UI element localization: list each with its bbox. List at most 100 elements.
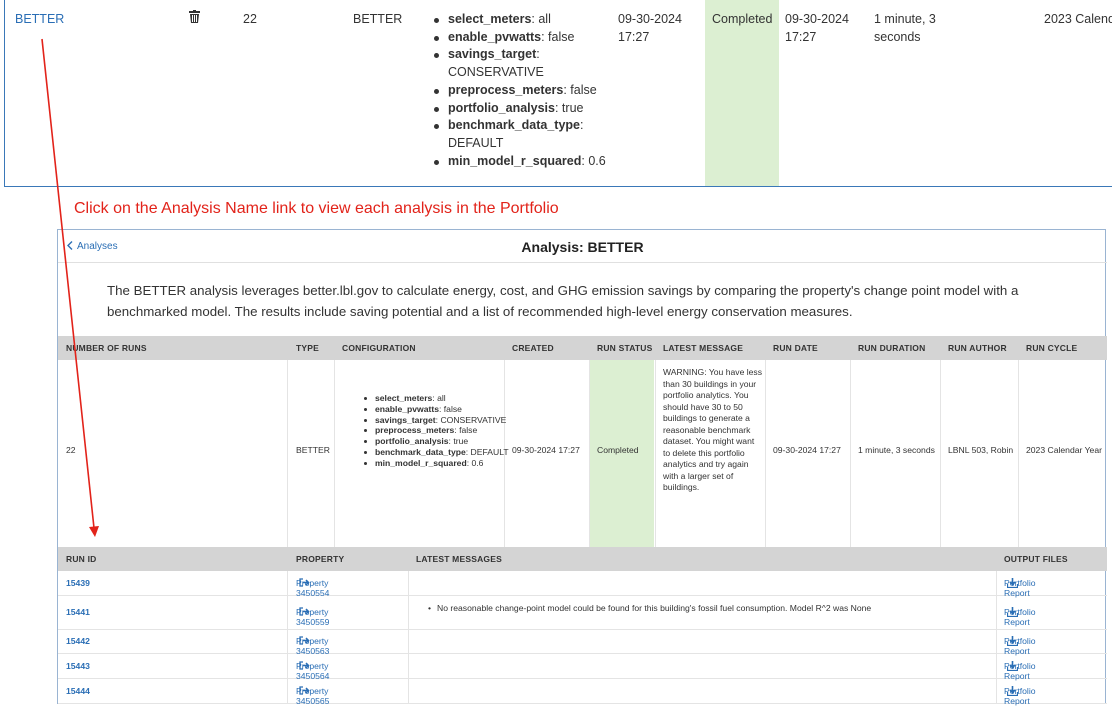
- config-value: : CONSERVATIVE: [435, 414, 507, 425]
- download-icon: [1006, 578, 1019, 590]
- config-key: benchmark_data_type: [375, 446, 466, 457]
- col-created[interactable]: CREATED: [512, 343, 554, 353]
- col-configuration[interactable]: CONFIGURATION: [342, 343, 416, 353]
- run-status: Completed: [712, 12, 773, 26]
- config-key: select_meters: [375, 393, 433, 403]
- column-divider: [765, 360, 766, 547]
- external-link-icon: [299, 607, 310, 618]
- col-property[interactable]: PROPERTY: [296, 554, 344, 564]
- number-of-runs: 22: [66, 445, 76, 455]
- config-item: min_model_r_squared: 0.6: [358, 458, 538, 469]
- col-type[interactable]: TYPE: [296, 343, 319, 353]
- config-value: : false: [454, 425, 478, 436]
- config-value: : true: [554, 100, 584, 115]
- run-row: 15441Property 3450559No reasonable chang…: [58, 596, 1107, 630]
- run-cycle: 2023 Calendar Year: [1044, 12, 1112, 26]
- run-row: 15443 Property 3450564 Portfolio Report: [58, 654, 1107, 681]
- column-divider: [996, 630, 997, 654]
- config-item: portfolio_analysis: true: [358, 436, 538, 447]
- column-divider: [996, 571, 997, 596]
- created-date: 09-30-2024 17:27: [618, 12, 682, 44]
- analysis-table-header: NUMBER OF RUNS TYPE CONFIGURATION CREATE…: [58, 336, 1107, 360]
- latest-message: WARNING: You have less than 30 buildings…: [663, 367, 763, 492]
- external-link-icon: [299, 686, 310, 697]
- run-id-link[interactable]: 15443: [66, 661, 90, 671]
- number-of-runs: 22: [243, 12, 257, 26]
- configuration-list: select_meters: all enable_pvwatts: false s…: [358, 393, 538, 469]
- column-divider: [287, 571, 288, 596]
- config-key: preprocess_meters: [448, 82, 564, 97]
- analysis-name-link[interactable]: BETTER: [15, 11, 64, 29]
- col-run-status[interactable]: RUN STATUS: [597, 343, 653, 353]
- external-link-icon: [299, 661, 310, 672]
- column-divider: [996, 679, 997, 704]
- column-divider: [408, 679, 409, 704]
- config-key: enable_pvwatts: [375, 403, 439, 414]
- col-run-cycle[interactable]: RUN CYCLE: [1026, 343, 1077, 353]
- col-run-id[interactable]: RUN ID: [66, 554, 96, 564]
- run-id-link[interactable]: 15444: [66, 686, 90, 696]
- col-run-duration[interactable]: RUN DURATION: [858, 343, 925, 353]
- analysis-type: BETTER: [296, 445, 330, 455]
- config-key: select_meters: [448, 12, 532, 26]
- config-item: select_meters: all: [358, 393, 538, 404]
- analyses-table-row: BETTER 22 BETTER select_meters: all enabl…: [4, 0, 1112, 187]
- run-row: 15439 Property 3450554 Portfolio Report: [58, 571, 1107, 598]
- config-value: : 0.6: [466, 457, 484, 468]
- config-key: portfolio_analysis: [375, 436, 449, 447]
- analysis-summary-row: 22 BETTER select_meters: all enable_pvwat…: [58, 360, 1107, 547]
- analysis-type: BETTER: [353, 12, 403, 26]
- config-item: portfolio_analysis: true: [429, 100, 619, 118]
- col-output-files[interactable]: OUTPUT FILES: [1004, 554, 1068, 564]
- col-run-date[interactable]: RUN DATE: [773, 343, 818, 353]
- config-item: min_model_r_squared: 0.6: [429, 153, 619, 171]
- run-cycle: 2023 Calendar Year: [1026, 445, 1102, 455]
- config-item: preprocess_meters: false: [429, 82, 619, 100]
- divider: [58, 262, 1107, 263]
- config-item: savings_target: CONSERVATIVE: [358, 415, 538, 426]
- config-value: : false: [563, 82, 597, 97]
- config-item: benchmark_data_type: DEFAULT: [358, 447, 538, 458]
- config-value: : 0.6: [581, 153, 606, 168]
- config-key: portfolio_analysis: [448, 100, 555, 115]
- column-divider: [996, 596, 997, 630]
- column-divider: [408, 630, 409, 654]
- download-icon: [1006, 661, 1019, 673]
- configuration-list: select_meters: all enable_pvwatts: false s…: [429, 11, 619, 170]
- column-divider: [287, 596, 288, 630]
- config-key: enable_pvwatts: [448, 29, 542, 44]
- column-divider: [1018, 360, 1019, 547]
- col-run-author[interactable]: RUN AUTHOR: [948, 343, 1007, 353]
- run-id-link[interactable]: 15439: [66, 578, 90, 588]
- run-date: 09-30-2024 17:27: [773, 445, 841, 455]
- column-divider: [850, 360, 851, 547]
- config-key: min_model_r_squared: [448, 153, 582, 168]
- col-latest-message[interactable]: LATEST MESSAGE: [663, 343, 743, 353]
- trash-icon[interactable]: [189, 10, 200, 29]
- run-id-link[interactable]: 15442: [66, 636, 90, 646]
- run-date: 09-30-2024 17:27: [785, 12, 849, 44]
- column-divider: [287, 679, 288, 704]
- config-item: preprocess_meters: false: [358, 425, 538, 436]
- run-message: No reasonable change-point model could b…: [428, 603, 871, 613]
- column-divider: [408, 571, 409, 596]
- column-divider: [287, 654, 288, 679]
- column-divider: [287, 360, 288, 547]
- run-duration: 1 minute, 3 seconds: [858, 445, 935, 455]
- col-latest-messages[interactable]: LATEST MESSAGES: [416, 554, 502, 564]
- column-divider: [589, 360, 590, 547]
- annotation-callout: Click on the Analysis Name link to view …: [74, 200, 559, 217]
- run-author: LBNL 503, Robin: [948, 445, 1014, 455]
- page-title: Analysis: BETTER: [521, 239, 644, 255]
- col-number-of-runs[interactable]: NUMBER OF RUNS: [66, 343, 147, 353]
- analysis-detail-panel: Analyses Analysis: BETTER The BETTER ana…: [57, 229, 1107, 706]
- config-value: : DEFAULT: [465, 446, 509, 457]
- analysis-description: The BETTER analysis leverages better.lbl…: [107, 283, 1019, 319]
- external-link-icon: [299, 636, 310, 647]
- run-id-link[interactable]: 15441: [66, 607, 90, 617]
- run-row: 15444 Property 3450565 Portfolio Report: [58, 679, 1107, 706]
- run-duration: 1 minute, 3 seconds: [874, 12, 936, 44]
- config-key: preprocess_meters: [375, 425, 455, 436]
- column-divider: [408, 596, 409, 630]
- config-item: benchmark_data_type: DEFAULT: [429, 117, 619, 152]
